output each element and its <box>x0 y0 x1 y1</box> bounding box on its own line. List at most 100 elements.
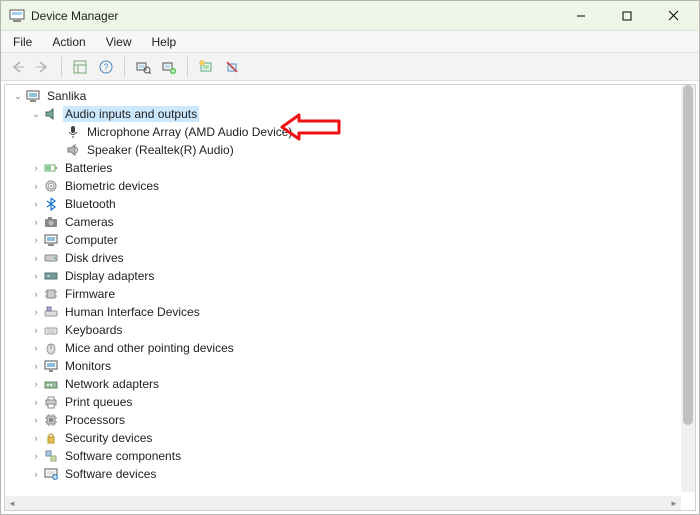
minimize-button[interactable] <box>559 2 603 30</box>
speaker-icon <box>43 106 59 122</box>
scrollbar-thumb[interactable] <box>683 85 693 425</box>
toolbar-separator <box>187 57 188 77</box>
expander-open-icon[interactable]: ⌄ <box>29 109 43 120</box>
tree-node-display[interactable]: › Display adapters <box>7 267 681 285</box>
tree-node-label: Monitors <box>63 358 113 374</box>
tree-node-keyboards[interactable]: › Keyboards <box>7 321 681 339</box>
expander-closed-icon[interactable]: › <box>29 289 43 299</box>
microphone-icon <box>65 124 81 140</box>
sound-icon <box>43 484 59 486</box>
vertical-scrollbar[interactable] <box>681 85 695 492</box>
expander-open-icon[interactable]: ⌄ <box>11 91 25 102</box>
expander-closed-icon[interactable]: › <box>29 235 43 245</box>
tree-node-label: Sanlika <box>45 88 88 104</box>
scroll-left-button[interactable]: ◄ <box>5 496 19 510</box>
tree-node-bluetooth[interactable]: › Bluetooth <box>7 195 681 213</box>
camera-icon <box>43 214 59 230</box>
toolbar-separator <box>61 57 62 77</box>
tree-node-batteries[interactable]: › Batteries <box>7 159 681 177</box>
monitor-icon <box>43 358 59 374</box>
expander-closed-icon[interactable]: › <box>29 163 43 173</box>
horizontal-scrollbar[interactable]: ◄ ► <box>5 496 681 510</box>
tree-node-hid[interactable]: › Human Interface Devices <box>7 303 681 321</box>
tree-node-label: Cameras <box>63 214 116 230</box>
expander-closed-icon[interactable]: › <box>29 253 43 263</box>
tree-node-software-devices[interactable]: › Software devices <box>7 465 681 483</box>
tree-node-print[interactable]: › Print queues <box>7 393 681 411</box>
device-tree[interactable]: ⌄ Sanlika ⌄ Audio inputs and outputs <box>7 87 681 486</box>
expander-closed-icon[interactable]: › <box>29 397 43 407</box>
expander-closed-icon[interactable]: › <box>29 379 43 389</box>
speaker-icon <box>65 142 81 158</box>
tree-node-label: Firmware <box>63 286 117 302</box>
tree-node-label: Security devices <box>63 430 154 446</box>
tree-node-firmware[interactable]: › Firmware <box>7 285 681 303</box>
expander-closed-icon[interactable]: › <box>29 361 43 371</box>
expander-closed-icon[interactable]: › <box>29 325 43 335</box>
menu-help[interactable]: Help <box>142 33 187 51</box>
disk-icon <box>43 250 59 266</box>
tree-node-software-components[interactable]: › Software components <box>7 447 681 465</box>
show-hide-console-tree-button[interactable] <box>68 56 92 78</box>
tree-node-speaker[interactable]: Speaker (Realtek(R) Audio) <box>7 141 681 159</box>
mouse-icon <box>43 340 59 356</box>
menu-file[interactable]: File <box>3 33 42 51</box>
tree-node-label: Microphone Array (AMD Audio Device) <box>85 124 294 140</box>
menu-action[interactable]: Action <box>42 33 95 51</box>
window-controls <box>559 2 695 30</box>
maximize-button[interactable] <box>605 2 649 30</box>
window-title: Device Manager <box>31 9 118 23</box>
tree-node-computer[interactable]: › Computer <box>7 231 681 249</box>
toolbar-separator <box>124 57 125 77</box>
nav-forward-button[interactable] <box>31 56 55 78</box>
help-button[interactable]: ? <box>94 56 118 78</box>
add-legacy-hardware-button[interactable] <box>157 56 181 78</box>
tree-node-biometric[interactable]: › Biometric devices <box>7 177 681 195</box>
network-icon <box>43 376 59 392</box>
tree-node-network[interactable]: › Network adapters <box>7 375 681 393</box>
close-button[interactable] <box>651 2 695 30</box>
expander-closed-icon[interactable]: › <box>29 469 43 479</box>
scan-hardware-button[interactable] <box>131 56 155 78</box>
tree-node-label: Display adapters <box>63 268 156 284</box>
computer-icon <box>25 88 41 104</box>
expander-closed-icon[interactable]: › <box>29 433 43 443</box>
uninstall-device-button[interactable] <box>220 56 244 78</box>
tree-node-security[interactable]: › Security devices <box>7 429 681 447</box>
bluetooth-icon <box>43 196 59 212</box>
tree-node-diskdrives[interactable]: › Disk drives <box>7 249 681 267</box>
update-driver-button[interactable] <box>194 56 218 78</box>
expander-closed-icon[interactable]: › <box>29 199 43 209</box>
tree-node-label: Biometric devices <box>63 178 161 194</box>
tree-node-monitors[interactable]: › Monitors <box>7 357 681 375</box>
tree-node-label: Batteries <box>63 160 114 176</box>
menu-view[interactable]: View <box>96 33 142 51</box>
tree-node-cameras[interactable]: › Cameras <box>7 213 681 231</box>
tree-node-microphone[interactable]: Microphone Array (AMD Audio Device) <box>7 123 681 141</box>
tree-node-sound[interactable]: › Sound, video and game controllers <box>7 483 681 486</box>
tree-node-audio[interactable]: ⌄ Audio inputs and outputs <box>7 105 681 123</box>
tree-root[interactable]: ⌄ Sanlika <box>7 87 681 105</box>
component-icon <box>43 448 59 464</box>
expander-closed-icon[interactable]: › <box>29 307 43 317</box>
nav-back-button[interactable] <box>5 56 29 78</box>
tree-node-label: Software devices <box>63 466 158 482</box>
printer-icon <box>43 394 59 410</box>
computer-icon <box>43 232 59 248</box>
tree-node-mice[interactable]: › Mice and other pointing devices <box>7 339 681 357</box>
toolbar: ? <box>1 53 699 81</box>
processor-icon <box>43 412 59 428</box>
device-manager-window: Device Manager File Action View Help <box>0 0 700 515</box>
scroll-right-button[interactable]: ► <box>667 496 681 510</box>
tree-node-label: Sound, video and game controllers <box>63 484 252 486</box>
expander-closed-icon[interactable]: › <box>29 217 43 227</box>
tree-node-processors[interactable]: › Processors <box>7 411 681 429</box>
expander-closed-icon[interactable]: › <box>29 181 43 191</box>
tree-node-label: Bluetooth <box>63 196 118 212</box>
expander-closed-icon[interactable]: › <box>29 271 43 281</box>
expander-closed-icon[interactable]: › <box>29 451 43 461</box>
expander-closed-icon[interactable]: › <box>29 415 43 425</box>
expander-closed-icon[interactable]: › <box>29 343 43 353</box>
fingerprint-icon <box>43 178 59 194</box>
tree-node-label: Human Interface Devices <box>63 304 202 320</box>
